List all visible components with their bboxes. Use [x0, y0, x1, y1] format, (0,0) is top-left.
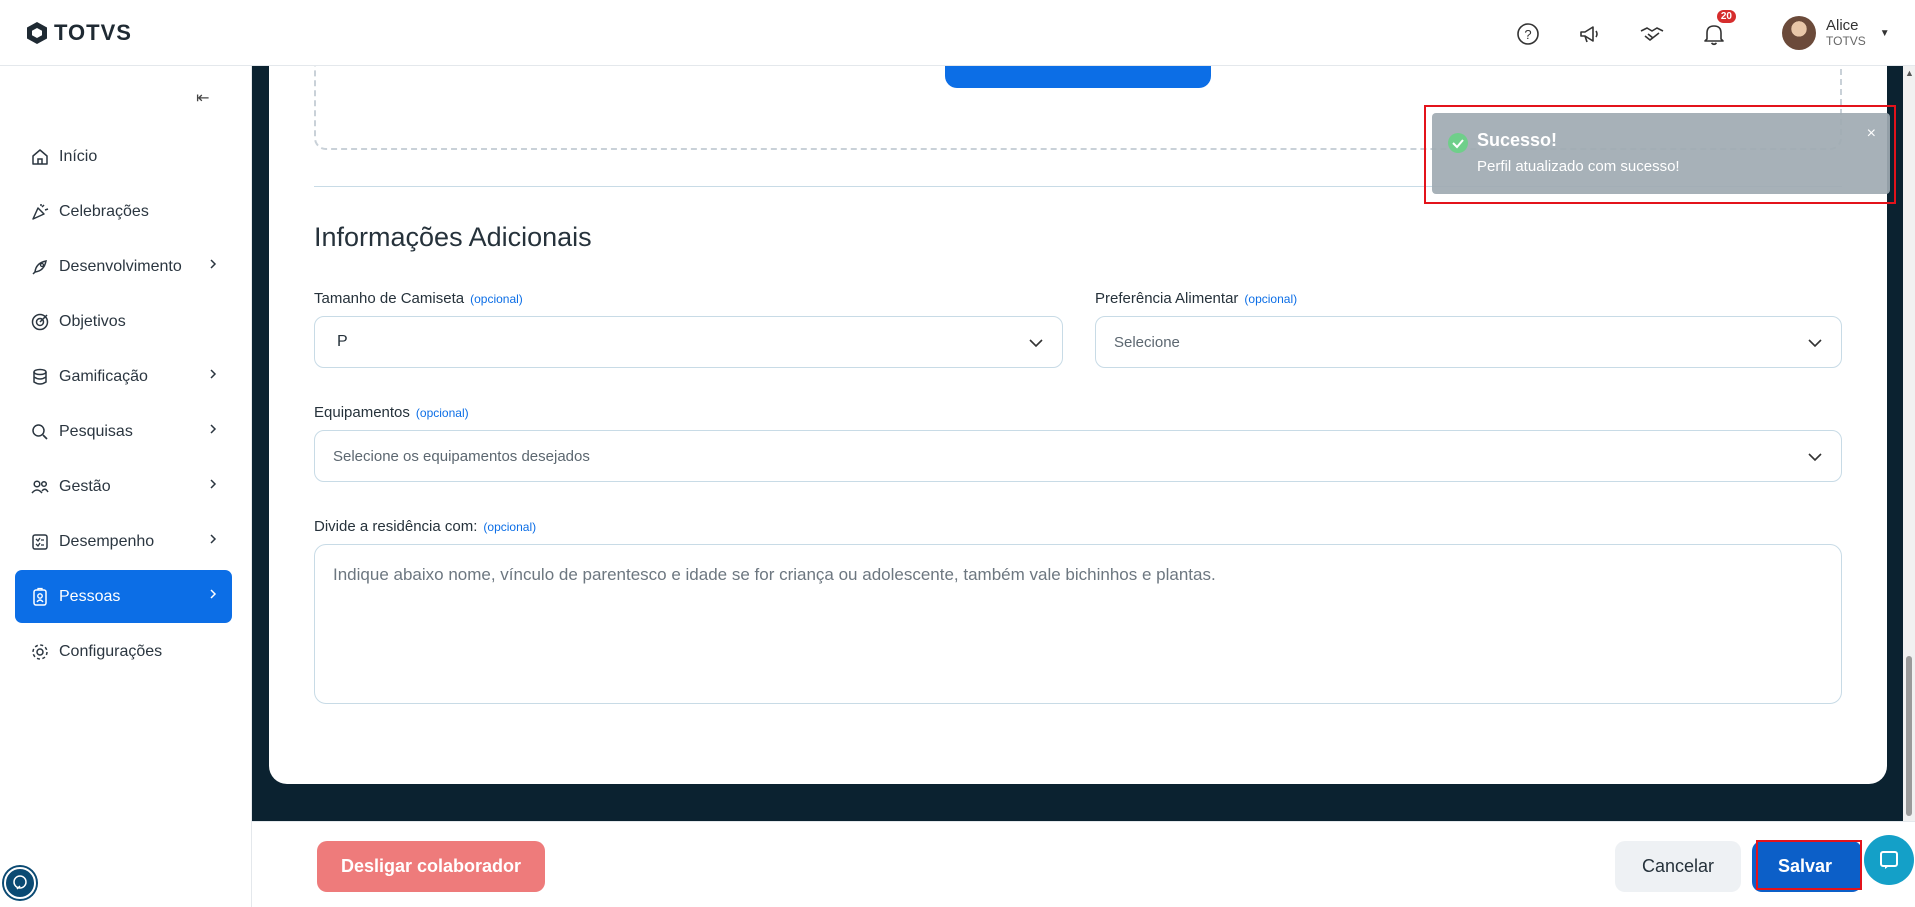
chevron-right-icon	[206, 367, 220, 386]
dismiss-employee-button[interactable]: Desligar colaborador	[317, 841, 545, 892]
sidebar-item-label: Pessoas	[59, 587, 121, 605]
sidebar-item-gestao[interactable]: Gestão	[15, 460, 232, 513]
notification-badge: 20	[1716, 10, 1736, 23]
scroll-up-icon[interactable]: ▲	[1905, 68, 1914, 78]
user-org: TOTVS	[1826, 34, 1866, 48]
chevron-down-icon	[1808, 453, 1822, 462]
collapse-sidebar-icon[interactable]: ⇤	[196, 88, 209, 108]
sidebar-item-label: Desenvolvimento	[59, 257, 182, 275]
chevron-right-icon	[206, 477, 220, 496]
people-icon	[29, 476, 51, 498]
household-textarea[interactable]: Indique abaixo nome, vínculo de parentes…	[314, 544, 1842, 704]
household-label-text: Divide a residência com:	[314, 518, 478, 535]
scroll-thumb[interactable]	[1906, 656, 1912, 816]
rocket-icon	[29, 256, 51, 278]
chat-icon[interactable]	[1864, 835, 1914, 885]
caret-down-icon: ▼	[1879, 27, 1890, 39]
handshake-icon[interactable]	[1636, 18, 1668, 50]
optional-tag: (opcional)	[483, 520, 537, 534]
megaphone-icon[interactable]	[1574, 18, 1606, 50]
sidebar-item-celebracoes[interactable]: Celebrações	[15, 185, 232, 238]
party-popper-icon	[29, 201, 51, 223]
survey-search-icon	[29, 421, 51, 443]
chevron-right-icon	[206, 422, 220, 441]
chevron-right-icon	[206, 257, 220, 276]
sidebar-item-pesquisas[interactable]: Pesquisas	[15, 405, 232, 458]
sidebar-item-configuracoes[interactable]: Configurações	[15, 625, 232, 678]
sidebar-item-desempenho[interactable]: Desempenho	[15, 515, 232, 568]
equipment-placeholder: Selecione os equipamentos desejados	[333, 447, 590, 465]
sidebar-item-label: Pesquisas	[59, 422, 133, 440]
user-menu[interactable]: Alice TOTVS ▼	[1782, 16, 1890, 50]
totvs-logo[interactable]: TOTVS	[26, 20, 132, 46]
home-icon	[29, 146, 51, 168]
gear-icon	[29, 641, 51, 663]
toast-highlight: Sucesso! Perfil atualizado com sucesso! …	[1424, 105, 1896, 204]
optional-tag: (opcional)	[1244, 292, 1298, 306]
sidebar-item-gamificacao[interactable]: Gamificação	[15, 350, 232, 403]
household-placeholder: Indique abaixo nome, vínculo de parentes…	[333, 565, 1216, 584]
sidebar-item-objetivos[interactable]: Objetivos	[15, 295, 232, 348]
chevron-right-icon	[206, 587, 220, 606]
optional-tag: (opcional)	[470, 292, 523, 306]
help-icon[interactable]: ?	[1512, 18, 1544, 50]
toast-title: Sucesso!	[1477, 130, 1558, 150]
success-toast: Sucesso! Perfil atualizado com sucesso! …	[1432, 113, 1890, 194]
form-footer: Desligar colaborador Cancelar Salvar	[252, 821, 1915, 907]
logo-text: TOTVS	[54, 20, 132, 45]
check-circle-icon	[1448, 133, 1468, 153]
avatar	[1782, 16, 1816, 50]
checklist-icon	[29, 531, 51, 553]
totvs-logo-icon	[27, 22, 47, 44]
sidebar-item-label: Configurações	[59, 642, 163, 660]
sidebar-item-desenvolvimento[interactable]: Desenvolvimento	[15, 240, 232, 293]
section-title: Informações Adicionais	[314, 222, 592, 252]
sidebar-item-label: Objetivos	[59, 312, 126, 330]
shirt-size-select[interactable]: P	[314, 316, 1063, 368]
equipment-select[interactable]: Selecione os equipamentos desejados	[314, 430, 1842, 482]
save-button-highlight	[1756, 840, 1862, 890]
sidebar-item-inicio[interactable]: Início	[15, 130, 232, 183]
household-label: Divide a residência com: (opcional)	[314, 518, 536, 535]
toast-message: Perfil atualizado com sucesso!	[1477, 158, 1680, 175]
sidebar: ⇤ Início Celebrações Desenvolvimento Objeti…	[0, 66, 252, 907]
cancel-button[interactable]: Cancelar	[1615, 841, 1741, 892]
sidebar-item-label: Início	[59, 147, 98, 165]
chevron-down-icon	[1029, 339, 1043, 348]
food-pref-select[interactable]: Selecione	[1095, 316, 1842, 368]
user-name: Alice	[1826, 17, 1859, 34]
svg-text:?: ?	[1524, 27, 1531, 42]
chevron-down-icon	[1808, 339, 1822, 348]
sidebar-item-pessoas[interactable]: Pessoas	[15, 570, 232, 623]
top-bar: TOTVS ? 20 Alice TOTVS ▼	[0, 0, 1915, 66]
shirt-size-label-text: Tamanho de Camiseta	[314, 290, 465, 307]
equipment-label: Equipamentos (opcional)	[314, 404, 469, 421]
coins-icon	[29, 366, 51, 388]
help-chat-icon[interactable]	[4, 867, 36, 899]
sidebar-item-label: Gamificação	[59, 367, 148, 385]
food-pref-placeholder: Selecione	[1114, 333, 1180, 351]
target-icon	[29, 311, 51, 333]
optional-tag: (opcional)	[415, 406, 469, 420]
bell-icon[interactable]: 20	[1698, 10, 1736, 50]
equipment-label-text: Equipamentos	[314, 404, 410, 421]
shirt-size-label: Tamanho de Camiseta (opcional)	[314, 290, 523, 307]
shirt-size-value: P	[337, 333, 348, 350]
sidebar-item-label: Gestão	[59, 477, 111, 495]
sidebar-item-label: Celebrações	[59, 202, 149, 220]
food-pref-label-text: Preferência Alimentar	[1095, 290, 1239, 307]
page-scrollbar[interactable]: ▲	[1903, 66, 1915, 821]
sidebar-nav: Início Celebrações Desenvolvimento Objetivo…	[15, 130, 232, 680]
food-pref-label: Preferência Alimentar (opcional)	[1095, 290, 1297, 307]
chevron-right-icon	[206, 532, 220, 551]
close-icon[interactable]: ×	[1867, 125, 1876, 143]
badge-icon	[29, 586, 51, 608]
sidebar-item-label: Desempenho	[59, 532, 155, 550]
